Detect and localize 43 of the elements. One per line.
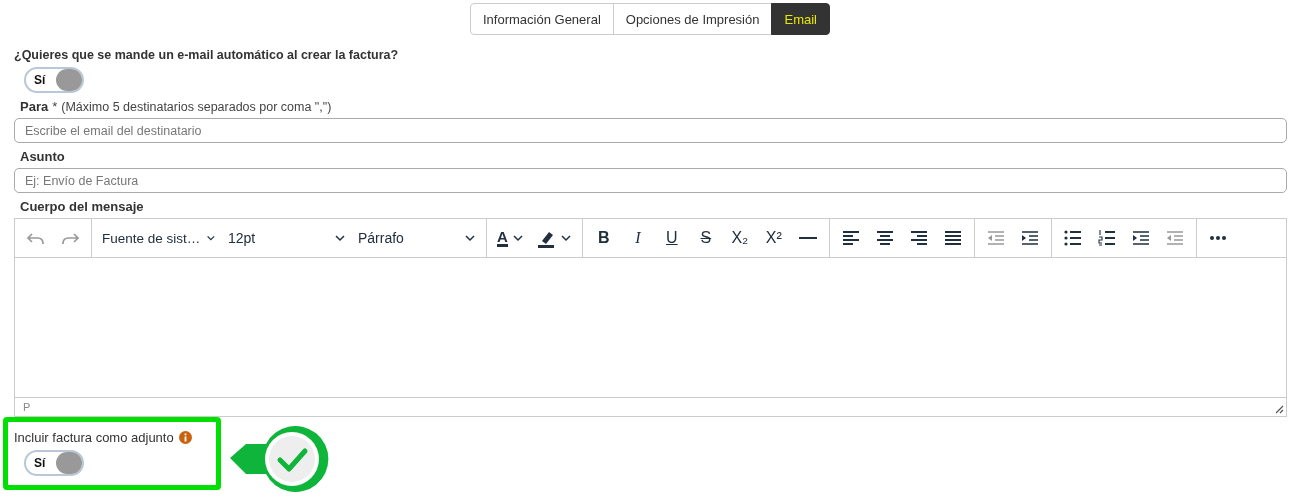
format-button[interactable]: I bbox=[620, 223, 655, 253]
format-button[interactable]: B bbox=[586, 223, 621, 253]
toggle-switch[interactable]: Sí bbox=[24, 67, 84, 93]
chevron-down-icon bbox=[559, 232, 572, 244]
question-label: ¿Quieres que se mande un e-mail automático al crear la factura? bbox=[14, 48, 400, 62]
format-button[interactable]: U bbox=[654, 223, 689, 253]
resize-handle-icon[interactable] bbox=[1274, 404, 1284, 414]
align-center-icon bbox=[874, 228, 895, 248]
outdent-icon bbox=[1164, 228, 1185, 248]
text-color-button[interactable]: A bbox=[491, 223, 530, 253]
chevron-down-icon bbox=[511, 232, 524, 244]
chevron-down-icon bbox=[464, 232, 476, 244]
required-mark: * bbox=[52, 99, 58, 114]
toolbar-select[interactable]: Fuente de sist… bbox=[96, 223, 222, 253]
email-field[interactable]: Escribe el email del destinatario bbox=[14, 118, 1287, 143]
format-button[interactable]: X₂ bbox=[722, 223, 757, 253]
toolbar-select[interactable]: 12pt bbox=[222, 223, 352, 253]
horizontal-rule-icon bbox=[798, 237, 817, 239]
format-button[interactable]: S bbox=[688, 223, 723, 253]
chevron-down-icon bbox=[334, 232, 346, 244]
info-icon[interactable] bbox=[178, 431, 192, 444]
bullet-list-icon bbox=[1062, 228, 1083, 248]
toolbar-select[interactable]: Párrafo bbox=[352, 223, 482, 253]
more-icon bbox=[1209, 236, 1226, 240]
field-label: Asunto bbox=[20, 149, 66, 164]
field-label: Incluir factura como adjunto bbox=[14, 430, 174, 445]
indent-icon bbox=[1130, 228, 1151, 248]
tab[interactable]: Opciones de Impresión bbox=[612, 3, 773, 35]
element-path: P bbox=[23, 401, 31, 413]
indent-icon bbox=[1019, 228, 1040, 248]
subject-field[interactable]: Ej: Envío de Factura bbox=[14, 168, 1287, 193]
justify-icon bbox=[942, 228, 963, 248]
align-left-icon bbox=[840, 228, 861, 248]
field-label: Para bbox=[20, 99, 49, 114]
align-right-icon bbox=[908, 228, 929, 248]
numbered-list-icon bbox=[1096, 228, 1117, 248]
field-hint: (Máximo 5 destinatarios separados por coma ",") bbox=[61, 99, 332, 114]
field-label: Cuerpo del mensaje bbox=[20, 199, 145, 214]
tab[interactable]: Información General bbox=[470, 3, 614, 35]
tab[interactable]: Email bbox=[771, 3, 830, 35]
format-button[interactable]: X² bbox=[756, 223, 791, 253]
outdent-icon bbox=[985, 228, 1006, 248]
toggle-switch[interactable]: Sí bbox=[24, 450, 84, 476]
